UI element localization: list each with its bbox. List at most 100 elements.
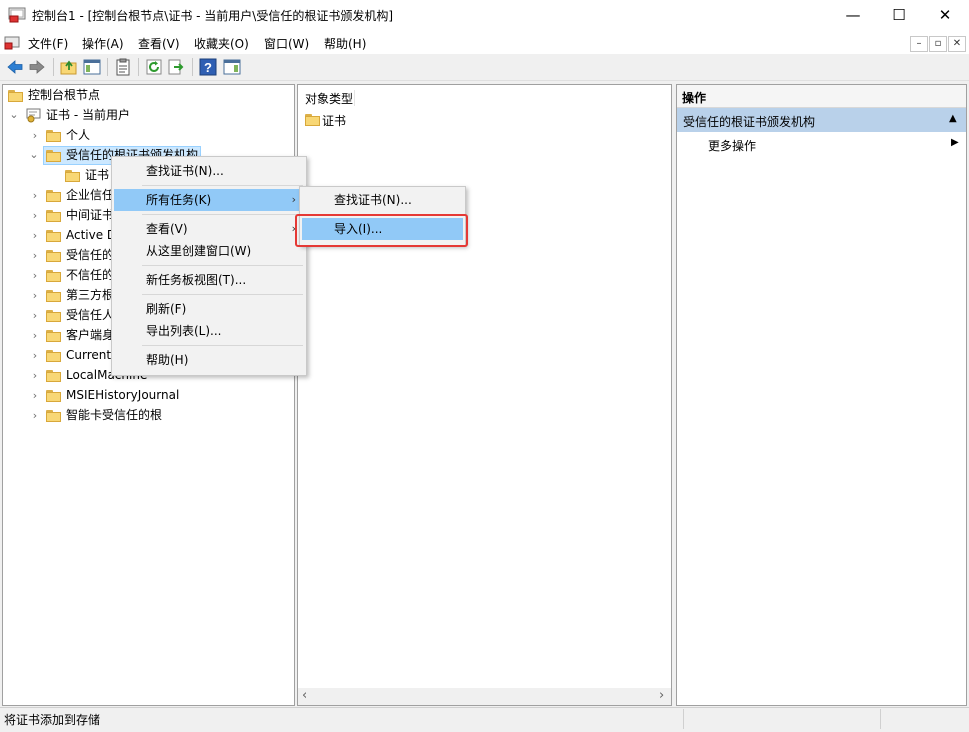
forward-arrow-icon[interactable] [28,58,46,76]
mmc-app-icon [8,7,26,23]
ctx-export-list[interactable]: 导出列表(L)... [114,320,304,342]
chevron-right-icon[interactable]: › [30,409,40,422]
more-actions-item[interactable]: 更多操作 [708,137,756,154]
mdi-restore-button[interactable]: ▫ [929,36,947,52]
mdi-minimize-button[interactable]: – [910,36,928,52]
tree-item-active-directory[interactable]: Active D [66,225,116,245]
chevron-right-icon[interactable]: › [30,309,40,322]
svg-text:?: ? [204,60,212,75]
chevron-right-icon[interactable]: › [30,269,40,282]
folder-icon [46,230,62,242]
tree-item-trusted-people[interactable]: 受信任人 [66,305,114,325]
list-item-certificates[interactable]: 证书 [322,112,346,129]
ctx-new-taskpad-view[interactable]: 新任务板视图(T)... [114,269,304,291]
tree-item-msie-history[interactable]: MSIEHistoryJournal [66,385,179,405]
folder-icon [8,90,24,102]
chevron-right-icon[interactable]: › [30,209,40,222]
chevron-right-icon[interactable]: › [30,349,40,362]
chevron-down-icon[interactable]: ⌄ [29,148,39,161]
folder-icon [46,250,62,262]
minimize-button[interactable]: — [830,0,876,30]
menu-view[interactable]: 查看(V) [138,35,180,52]
folder-icon [46,410,62,422]
tree-item-console-root[interactable]: 控制台根节点 [28,85,100,105]
result-list-pane[interactable] [297,84,672,706]
menu-separator [142,345,303,346]
help-icon[interactable]: ? [199,58,217,76]
tree-item-smartcard-root[interactable]: 智能卡受信任的根 [66,405,162,425]
show-action-pane-icon[interactable] [223,58,241,76]
chevron-right-icon[interactable]: › [30,129,40,142]
folder-icon [65,170,81,182]
ctx-refresh[interactable]: 刷新(F) [114,298,304,320]
ctx-new-window-from-here[interactable]: 从这里创建窗口(W) [114,240,304,262]
tree-item-current-user-store[interactable]: 证书 - 当前用户 [46,105,130,125]
action-pane-title: 操作 [682,91,707,105]
horizontal-scrollbar[interactable] [298,688,671,705]
menu-help[interactable]: 帮助(H) [324,35,366,52]
show-hide-tree-icon[interactable] [83,58,101,76]
up-folder-icon[interactable] [60,58,78,76]
maximize-button[interactable]: ☐ [876,0,922,30]
folder-icon [305,114,321,126]
menu-window[interactable]: 窗口(W) [264,35,309,52]
column-divider[interactable] [354,90,355,106]
sub-find-certificates[interactable]: 查找证书(N)... [302,189,463,211]
folder-icon [46,210,62,222]
ctx-view-label: 查看(V) [146,222,188,236]
scroll-left-icon[interactable]: ‹ [302,688,307,703]
column-header-object-type[interactable]: 对象类型 [305,90,353,107]
export-list-icon[interactable] [167,58,185,76]
properties-icon[interactable] [114,58,132,76]
folder-icon [46,130,62,142]
toolbar-separator [107,58,108,76]
tree-item-intermediate-ca[interactable]: 中间证书 [66,205,114,225]
chevron-right-icon[interactable]: › [30,289,40,302]
tree-item-certificates[interactable]: 证书 [85,165,109,185]
tree-item-trusted-publishers[interactable]: 受信任的 [66,245,114,265]
folder-icon [46,330,62,342]
menu-action[interactable]: 操作(A) [82,35,124,52]
scroll-right-icon[interactable]: › [659,688,664,703]
close-button[interactable]: ✕ [922,0,968,30]
tree-item-enterprise-trust[interactable]: 企业信任 [66,185,114,205]
annotation-red-frame [295,214,468,247]
chevron-right-icon[interactable]: › [30,389,40,402]
window-title: 控制台1 - [控制台根节点\证书 - 当前用户\受信任的根证书颁发机构] [32,9,394,23]
menu-file[interactable]: 文件(F) [28,35,68,52]
tree-item-client-auth-issuers[interactable]: 客户端身 [66,325,114,345]
tree-item-untrusted[interactable]: 不信任的 [66,265,114,285]
context-menu: 查找证书(N)... 所有任务(K) › 查看(V) › 从这里创建窗口(W) … [111,156,307,376]
chevron-down-icon[interactable]: ⌄ [9,108,19,121]
back-arrow-icon[interactable] [6,58,24,76]
folder-icon [46,370,62,382]
ctx-help[interactable]: 帮助(H) [114,349,304,371]
certificate-store-icon [26,108,41,123]
chevron-right-icon[interactable]: › [30,229,40,242]
toolbar-separator [53,58,54,76]
status-divider [880,709,881,729]
refresh-icon[interactable] [145,58,163,76]
document-icon [4,36,20,50]
folder-icon [46,350,62,362]
menu-separator [142,265,303,266]
chevron-right-icon[interactable]: › [30,369,40,382]
folder-icon [46,290,62,302]
folder-icon [46,310,62,322]
ctx-view[interactable]: 查看(V) › [114,218,304,240]
folder-icon [46,190,62,202]
folder-icon [46,270,62,282]
mdi-close-button[interactable]: ✕ [948,36,966,52]
menu-separator [142,214,303,215]
menu-favorites[interactable]: 收藏夹(O) [194,35,249,52]
collapse-up-icon[interactable]: ▲ [949,113,957,124]
tree-item-third-party-root[interactable]: 第三方根 [66,285,114,305]
ctx-find-certificates[interactable]: 查找证书(N)... [114,160,304,182]
chevron-right-icon[interactable]: › [30,329,40,342]
chevron-right-icon[interactable]: › [30,249,40,262]
ctx-all-tasks[interactable]: 所有任务(K) › [114,189,304,211]
ctx-all-tasks-label: 所有任务(K) [146,193,212,207]
folder-icon [46,390,62,402]
tree-item-personal[interactable]: 个人 [66,125,90,145]
chevron-right-icon[interactable]: › [30,189,40,202]
